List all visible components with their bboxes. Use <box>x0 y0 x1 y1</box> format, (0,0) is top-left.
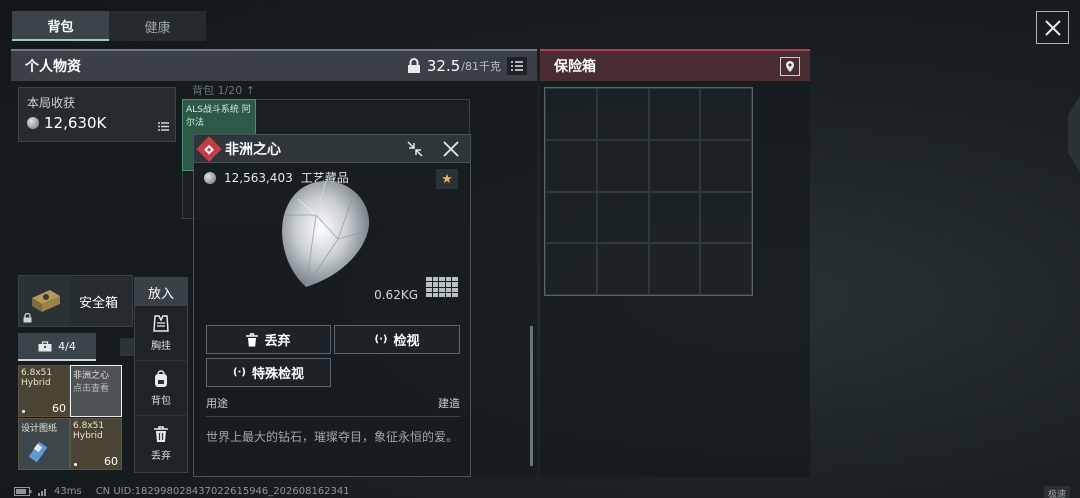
put-in-header: 放入 <box>135 278 187 306</box>
uid-text: CN UID:182998028437022615946_20260816234… <box>95 486 350 497</box>
put-in-menu: 放入 胸挂 背包 丢弃 <box>134 277 188 473</box>
item-tile-ammo-2[interactable]: 6.8x51 Hybrid 60 <box>70 418 122 470</box>
inspect-icon: (·) <box>374 334 388 345</box>
use-label: 用途 <box>206 397 228 410</box>
harvest-amount: 12,630K <box>44 114 107 132</box>
list-view-button[interactable] <box>507 57 527 75</box>
item-tile-name: 设计图纸 <box>21 424 58 434</box>
vault-pin-button[interactable] <box>780 57 800 76</box>
location-pin-icon <box>786 61 794 72</box>
coin-icon <box>204 171 216 184</box>
speed-badge: 极速 <box>1043 486 1070 498</box>
tab-health[interactable]: 健康 <box>109 11 206 41</box>
item-tile-count: 60 <box>52 402 66 415</box>
safe-box[interactable]: 安全箱 <box>18 275 133 327</box>
harvest-amount-row: 12,630K <box>27 114 167 132</box>
box-tab-secondary[interactable] <box>120 338 134 356</box>
trash-icon <box>154 426 168 442</box>
special-inspect-label: 特殊检视 <box>251 367 304 382</box>
star-icon: ★ <box>441 171 453 187</box>
inspect-label: 检视 <box>393 334 420 349</box>
battery-icon <box>14 487 32 496</box>
build-label: 建造 <box>438 397 460 410</box>
new-dot <box>22 410 25 413</box>
trash-icon <box>246 332 259 346</box>
item-tile-heart-of-africa[interactable]: 非洲之心 点击查看 <box>70 365 122 417</box>
box-tab-safe[interactable]: 4/4 <box>18 333 96 361</box>
item-tile-name: 6.8x51 Hybrid <box>21 368 53 388</box>
weight-max: /81千克 <box>461 60 501 73</box>
tab-backpack[interactable]: 背包 <box>12 11 109 41</box>
lock-icon <box>23 313 32 323</box>
put-in-discard-option[interactable]: 丢弃 <box>135 416 187 471</box>
collapse-arrows-icon <box>407 141 423 157</box>
toolbox-icon <box>38 340 52 351</box>
weight-indicator: 32.5 /81千克 <box>407 51 527 81</box>
personal-header: 个人物资 32.5 /81千克 <box>11 49 537 81</box>
put-in-backpack-label: 背包 <box>151 395 171 407</box>
item-tile-name: 6.8x51 Hybrid <box>73 421 105 441</box>
favorite-button[interactable]: ★ <box>436 169 458 189</box>
item-size-grid-icon <box>426 277 458 297</box>
harvest-list-button[interactable] <box>158 116 169 135</box>
diamond-image <box>282 180 370 288</box>
put-in-vest-option[interactable]: 胸挂 <box>135 306 187 361</box>
bag-header: 背包 1/20 ↑ <box>192 84 255 97</box>
top-tabs: 背包 健康 <box>12 11 206 41</box>
item-tile-name: 非洲之心 <box>73 371 110 381</box>
detail-weight: 0.62KG <box>374 288 418 302</box>
detail-close-button[interactable] <box>440 138 462 160</box>
detail-header: 非洲之心 <box>194 135 470 163</box>
close-icon <box>1044 19 1061 36</box>
side-edge-handle[interactable] <box>1068 96 1080 172</box>
item-tile-blueprint[interactable]: 设计图纸 <box>18 418 70 470</box>
new-dot <box>74 463 77 466</box>
blueprint-icon <box>29 441 48 463</box>
bag-item-label: ALS战斗系统 阿尔法 <box>186 105 251 128</box>
scrollbar[interactable] <box>530 326 533 466</box>
weight-current: 32.5 <box>426 57 461 75</box>
vault-grid[interactable] <box>544 87 753 296</box>
personal-title: 个人物资 <box>25 59 81 75</box>
rarity-diamond-icon <box>196 135 222 162</box>
list-icon <box>158 122 169 131</box>
box-tab-count: 4/4 <box>58 339 76 353</box>
detail-item-name: 非洲之心 <box>225 141 281 158</box>
discard-button[interactable]: 丢弃 <box>206 325 331 354</box>
use-build-row: 用途 建造 <box>206 395 460 417</box>
inspect-button[interactable]: (·) 检视 <box>334 325 460 354</box>
safe-box-label: 安全箱 <box>79 295 119 311</box>
item-tile-hint: 点击查看 <box>73 384 110 394</box>
ping-value: 43ms <box>54 486 82 497</box>
safe-box-icon <box>32 290 60 312</box>
item-detail-popup: 非洲之心 12,563,403 工艺藏品 ★ 0.62KG 丢弃 (·) 检视 … <box>193 134 471 477</box>
list-icon <box>511 61 523 71</box>
discard-label: 丢弃 <box>264 334 291 349</box>
item-tile-ammo-1[interactable]: 6.8x51 Hybrid 60 <box>18 365 70 417</box>
vest-icon <box>153 314 169 332</box>
put-in-vest-label: 胸挂 <box>151 340 171 352</box>
coin-icon <box>27 117 39 129</box>
close-button[interactable] <box>1036 11 1069 44</box>
harvest-label: 本局收获 <box>27 96 76 110</box>
close-icon <box>443 141 459 157</box>
item-tile-count: 60 <box>104 455 118 468</box>
special-inspect-button[interactable]: (·) 特殊检视 <box>206 358 331 387</box>
backpack-icon <box>155 369 167 387</box>
put-in-backpack-option[interactable]: 背包 <box>135 361 187 416</box>
vault-title: 保险箱 <box>554 59 596 75</box>
status-bar: 43ms CN UID:182998028437022615946_202608… <box>14 486 350 497</box>
lock-icon <box>407 58 420 73</box>
harvest-box: 本局收获 12,630K <box>18 87 176 142</box>
detail-description: 世界上最大的钻石，璀璨夺目，象征永恒的爱。 <box>206 430 459 444</box>
special-inspect-icon: (·) <box>233 367 246 378</box>
vault-header: 保险箱 <box>540 49 810 81</box>
safe-box-thumb <box>19 276 71 326</box>
signal-icon <box>38 489 46 496</box>
put-in-discard-label: 丢弃 <box>151 451 171 462</box>
collapse-button[interactable] <box>404 138 426 160</box>
